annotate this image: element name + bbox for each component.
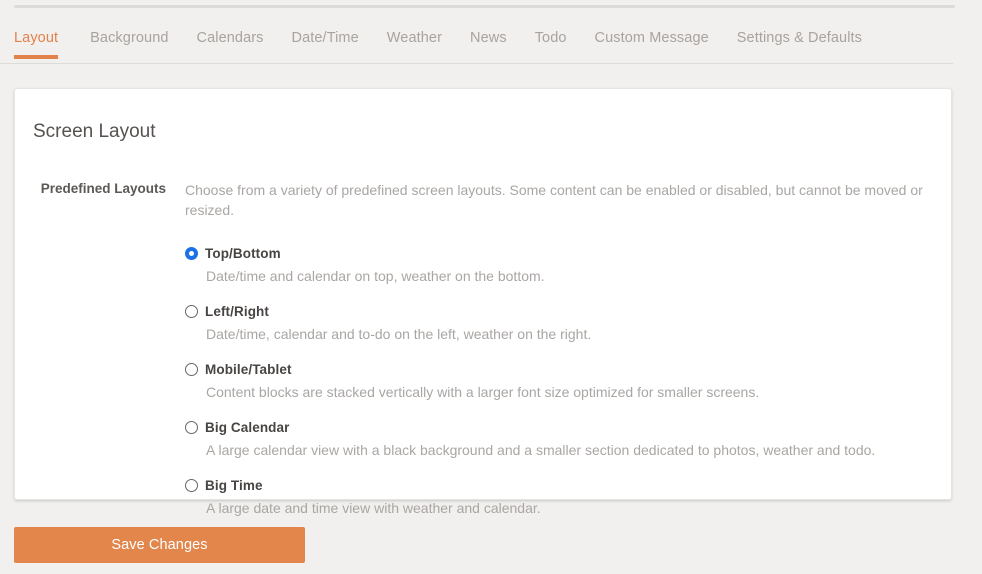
tab-calendars[interactable]: Calendars xyxy=(183,22,278,59)
layout-option-label[interactable]: Big Calendar xyxy=(205,420,289,435)
tab-weather[interactable]: Weather xyxy=(373,22,456,59)
layout-option-label[interactable]: Left/Right xyxy=(205,304,269,319)
radio-mobile-tablet[interactable] xyxy=(185,363,198,377)
layout-option-header[interactable]: Top/Bottom xyxy=(185,246,923,262)
radio-top-bottom[interactable] xyxy=(185,247,198,261)
layout-option-mobile-tablet[interactable]: Mobile/Tablet Content blocks are stacked … xyxy=(185,362,923,401)
tab-date-time[interactable]: Date/Time xyxy=(278,22,373,59)
save-button[interactable]: Save Changes xyxy=(14,527,305,563)
layout-option-left-right[interactable]: Left/Right Date/time, calendar and to-do … xyxy=(185,304,923,343)
radio-big-time[interactable] xyxy=(185,479,198,493)
layout-option-label[interactable]: Big Time xyxy=(205,478,263,493)
tab-custom-message[interactable]: Custom Message xyxy=(581,22,723,59)
field-body: Choose from a variety of predefined scre… xyxy=(185,180,951,517)
layout-option-description: Content blocks are stacked vertically wi… xyxy=(206,383,760,400)
tab-todo[interactable]: Todo xyxy=(521,22,581,59)
layout-option-header[interactable]: Big Time xyxy=(185,478,923,494)
tab-settings-defaults[interactable]: Settings & Defaults xyxy=(723,22,876,59)
layout-option-description: Date/time and calendar on top, weather o… xyxy=(206,267,545,284)
layout-option-header[interactable]: Big Calendar xyxy=(185,420,923,436)
tab-news[interactable]: News xyxy=(456,22,521,59)
top-divider xyxy=(14,5,955,8)
field-label-predefined-layouts: Predefined Layouts xyxy=(40,180,166,196)
screen-layout-card: Screen Layout Predefined Layouts Choose … xyxy=(14,88,952,516)
layout-option-header[interactable]: Left/Right xyxy=(185,304,923,320)
layout-option-top-bottom[interactable]: Top/Bottom Date/time and calendar on top,… xyxy=(185,246,923,285)
radio-left-right[interactable] xyxy=(185,305,198,319)
layout-option-label[interactable]: Mobile/Tablet xyxy=(205,362,292,377)
page-title: Screen Layout xyxy=(33,120,156,142)
layout-option-description: Date/time, calendar and to-do on the lef… xyxy=(206,325,592,342)
predefined-layouts-row: Predefined Layouts Choose from a variety… xyxy=(15,159,951,517)
tab-background[interactable]: Background xyxy=(76,22,182,59)
radio-big-calendar[interactable] xyxy=(185,421,198,435)
layout-option-big-calendar[interactable]: Big Calendar A large calendar view with a… xyxy=(185,420,923,459)
layout-option-big-time[interactable]: Big Time A large date and time view with … xyxy=(185,478,923,517)
help-text: Choose from a variety of predefined scre… xyxy=(185,181,923,218)
tab-layout[interactable]: Layout xyxy=(14,22,76,59)
settings-tab-bar: Layout Background Calendars Date/Time Weathe… xyxy=(0,22,982,64)
layout-option-header[interactable]: Mobile/Tablet xyxy=(185,362,923,378)
layout-radio-group: Top/Bottom Date/time and calendar on top,… xyxy=(185,246,923,517)
layout-option-description: A large calendar view with a black backg… xyxy=(206,441,876,458)
layout-option-label[interactable]: Top/Bottom xyxy=(205,246,281,261)
layout-option-description: A large date and time view with weather … xyxy=(206,499,541,516)
